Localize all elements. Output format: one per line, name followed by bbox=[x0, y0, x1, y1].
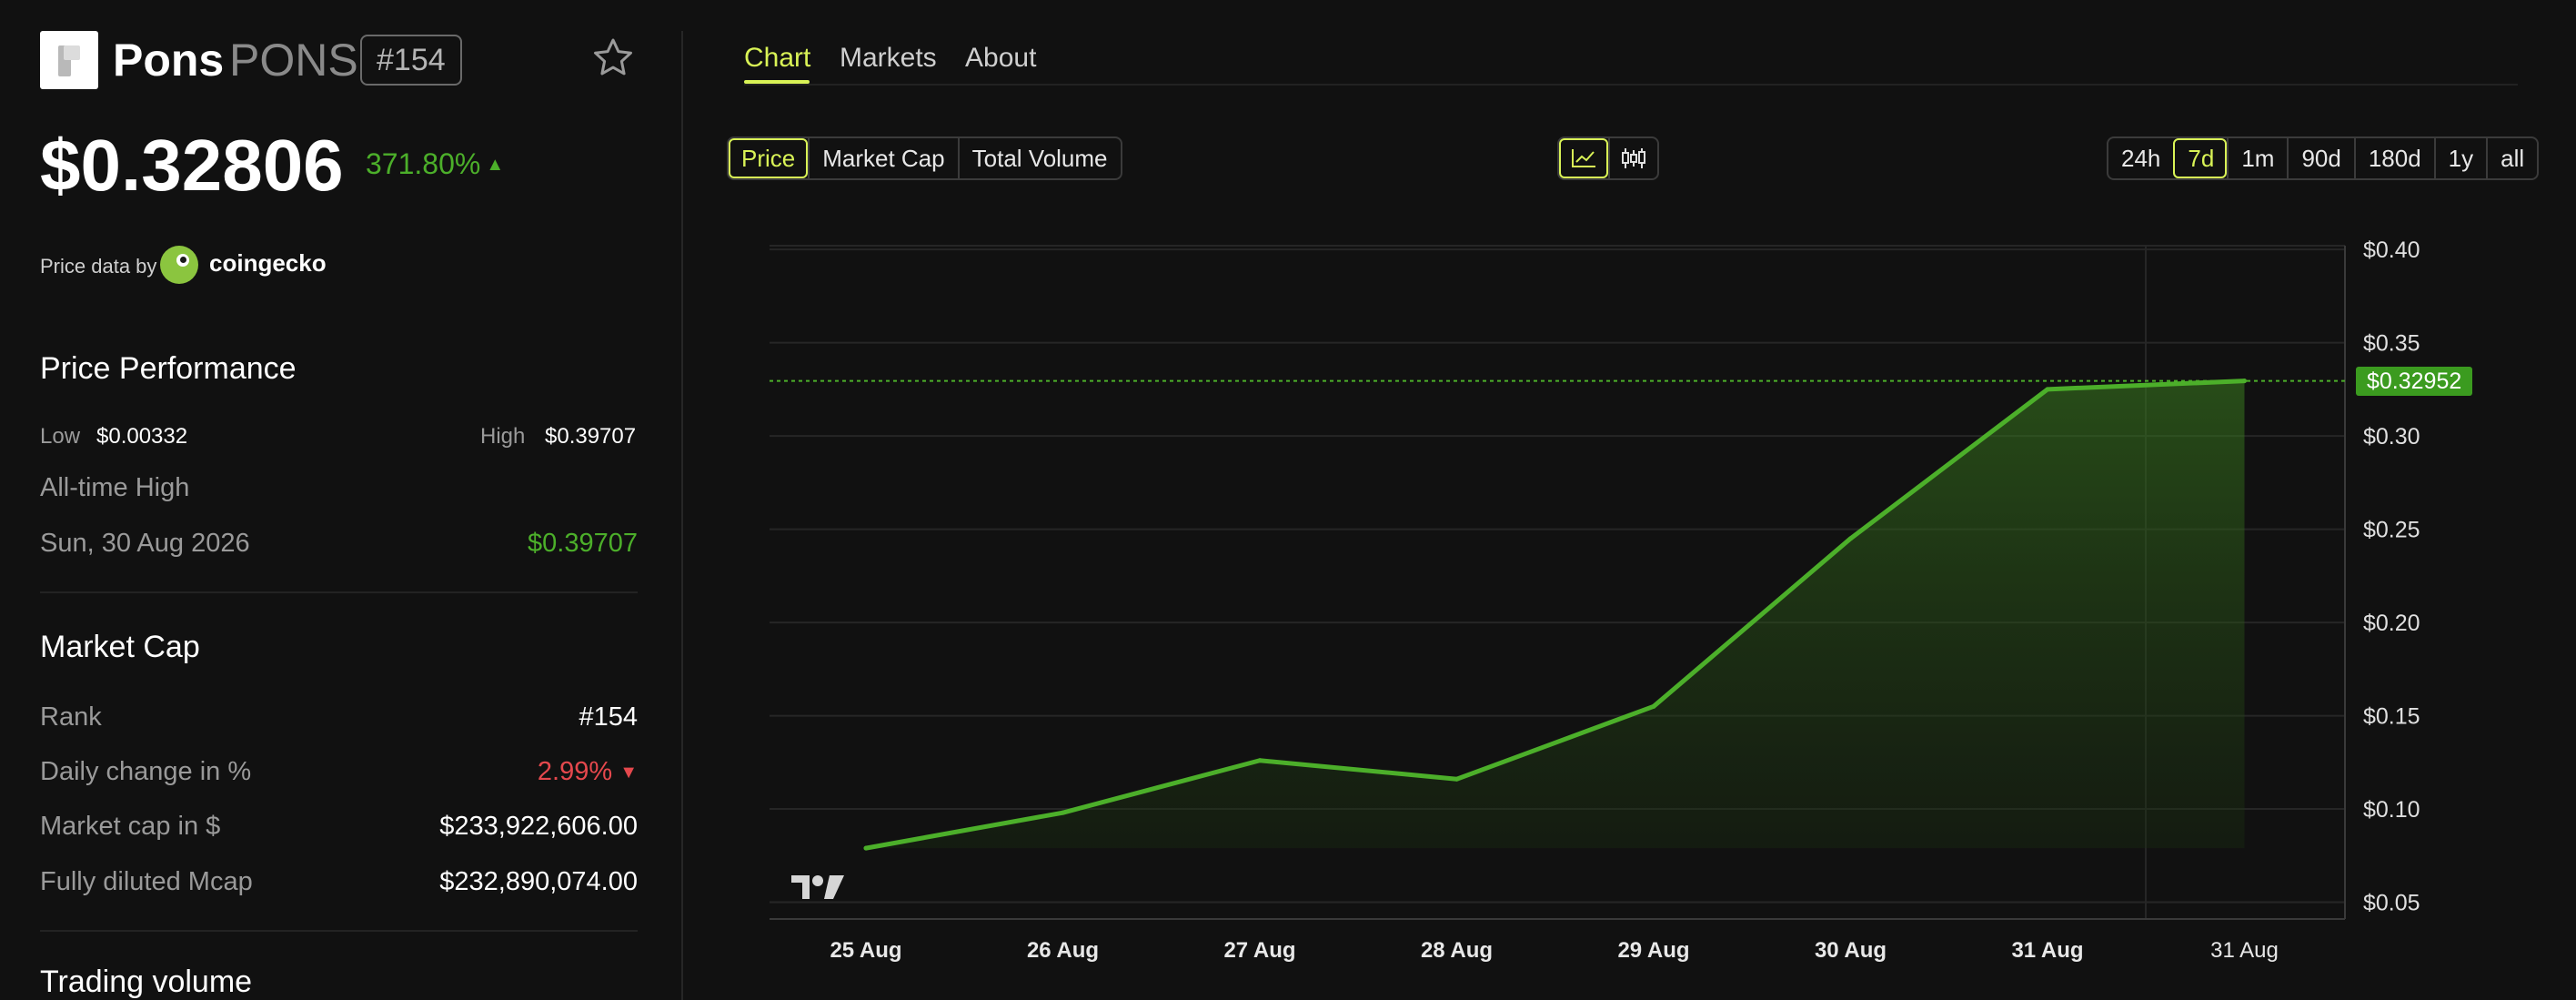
y-tick-label: $0.35 bbox=[2363, 331, 2420, 357]
current-price-tag: $0.32952 bbox=[2356, 366, 2473, 396]
x-tick-label: 30 Aug bbox=[1815, 938, 1887, 963]
x-tick-label: 29 Aug bbox=[1617, 938, 1689, 963]
tradingview-logo-icon[interactable] bbox=[790, 872, 846, 907]
price-point bbox=[1651, 703, 1656, 709]
x-tick-label: 25 Aug bbox=[830, 938, 901, 963]
x-tick-label: 28 Aug bbox=[1421, 938, 1493, 963]
price-point bbox=[1848, 536, 1853, 541]
y-tick-label: $0.05 bbox=[2363, 891, 2420, 916]
price-chart[interactable]: $0.05 $0.10 $0.15 $0.20 $0.25 $0.30 $0.35 $0.40… bbox=[0, 0, 2576, 1000]
price-point bbox=[2045, 387, 2050, 392]
price-point bbox=[863, 845, 869, 851]
y-tick-label: $0.20 bbox=[2363, 611, 2420, 636]
price-area-fill bbox=[866, 380, 2245, 849]
y-tick-label: $0.40 bbox=[2363, 237, 2420, 263]
y-tick-label: $0.30 bbox=[2363, 424, 2420, 449]
x-tick-label: 27 Aug bbox=[1223, 938, 1295, 963]
x-tick-label: 31 Aug bbox=[2011, 938, 2083, 963]
price-point bbox=[1257, 758, 1263, 763]
price-point bbox=[1061, 810, 1065, 815]
price-point bbox=[1454, 776, 1459, 782]
y-tick-label: $0.15 bbox=[2363, 704, 2420, 730]
x-tick-label: 31 Aug bbox=[2210, 938, 2279, 963]
x-tick-label: 26 Aug bbox=[1027, 938, 1099, 963]
y-tick-label: $0.10 bbox=[2363, 797, 2420, 823]
y-tick-label: $0.25 bbox=[2363, 518, 2420, 543]
coin-page: Pons PONS #154 $0.32806 371.80% ▲ Price d… bbox=[0, 0, 2576, 1000]
